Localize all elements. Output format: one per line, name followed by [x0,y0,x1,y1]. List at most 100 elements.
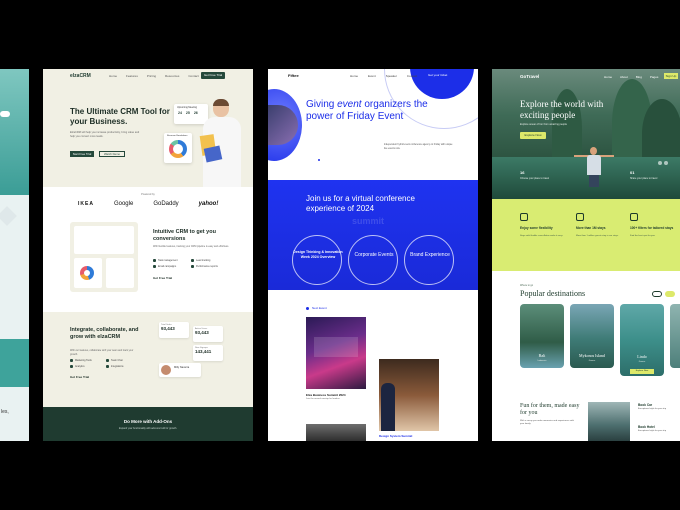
crm-hero-subtitle: ElzaCRM will help you increase productiv… [70,131,140,138]
donut-card-title: Revenue Breakdown [167,135,188,137]
travel-hero-title: Explore the world with exciting people [520,99,604,120]
feature-item: Email campaigns [153,265,176,268]
section3-link[interactable]: Get Free Trial [70,375,89,379]
canoe-image [588,402,630,441]
destination-card[interactable]: Lindo Greece Explore Now [620,304,664,376]
crm-nav-item[interactable]: Home [109,74,117,78]
side-item-title[interactable]: Book Hotel [638,425,655,429]
avatar [161,365,171,375]
event-card-subtitle: Join the annual meetup for leaders [306,398,340,400]
watch-demo-button[interactable]: Watch Demo [99,151,125,157]
fun-title: Fun for them, made easy for you [520,403,580,416]
travel-nav-item[interactable]: Home [604,75,612,79]
hero-stat-label: Share your place to travel [630,177,658,180]
event-circle[interactable]: Corporate Events [348,235,398,285]
check-icon [70,359,73,362]
crm-nav-button[interactable]: Get Free Trial [201,72,225,79]
travel-nav-item[interactable]: About [620,75,628,79]
calendar-day[interactable]: 25 [186,111,190,115]
band-ghost-text: summit [352,216,385,226]
section-label: Next Event [306,306,327,310]
check-icon [70,365,73,368]
destination-button[interactable]: Explore Now [630,369,654,374]
event-circle[interactable]: Design Thinking & Innovation Week 2024 O… [292,235,343,285]
stat-card: Active Users 93,443 [193,326,223,342]
person-hair [213,99,229,106]
feature-subtitle: Stays with flexible cancellation make it… [520,235,563,237]
traveler-legs [589,175,599,187]
dashboard-mockup [70,222,138,292]
hero-person-illustration [199,99,243,187]
feature-title: Enjoy some flexibility [520,226,553,230]
mockup-panel [106,258,134,288]
crm-nav-item[interactable]: Pricing [147,74,156,78]
check-icon [106,365,109,368]
feature-subtitle: More than 1 million guests stay in our s… [576,235,619,237]
dot-icon[interactable] [664,161,668,165]
stat-card: New Signups 143,441 [193,345,223,361]
event-image-crowd[interactable] [306,424,366,441]
event-nav-item[interactable]: Home [350,74,358,78]
event-card-title[interactable]: Elza Business Summit 2024 [306,393,366,397]
carousel-arrows [652,291,675,297]
footer-title: Do More with Add-Ons [123,419,173,424]
crm-footer: Do More with Add-Ons Expand your functio… [43,407,253,441]
google-logo: Google [113,201,134,207]
destination-card[interactable]: Bali Indonesia [520,304,564,368]
decor-dot [318,159,320,161]
screenshot-collage: les, elzaCRM Home Features Pricing Resou… [0,0,680,510]
section2-link[interactable]: Get Free Trial [153,276,172,280]
event-card-title[interactable]: Design System Summit [379,434,412,438]
section3-title: Integrate, collaborate, and grow with el… [70,327,139,340]
crm-nav-item[interactable]: Resources [165,74,179,78]
check-icon [191,259,194,262]
travel-nav-item[interactable]: Pages [650,75,659,79]
crm-logo[interactable]: elzaCRM [70,73,91,79]
event-nav-item[interactable]: Speaker [386,74,397,78]
carousel-dots[interactable] [658,161,668,165]
crm-hero-title: The Ultimate CRM Tool for your Business. [70,107,170,126]
travel-hero-subtitle: Explore ocean of fun from amazing people [520,123,567,126]
arrow-left-icon[interactable] [652,291,662,297]
crm-nav-item[interactable]: Features [126,74,138,78]
feature-item: Analytics [70,365,85,368]
feature-item: Lead tracking [191,259,210,262]
traveler-head [590,147,597,155]
explore-now-button[interactable]: Explore Now [520,132,546,139]
section3-subtitle: With our features, collaborate with your… [70,349,134,356]
sign-up-button[interactable]: Sign Up [664,73,678,79]
arrow-right-icon[interactable] [665,291,675,297]
event-hero-title: Giving event organizers the power of Fri… [306,99,428,122]
destination-card[interactable]: Mykonos Island Greece [570,304,614,368]
stage-lights [314,337,358,357]
event-circle[interactable]: Brand Experience [404,235,454,285]
event-nav-item[interactable]: Event [368,74,376,78]
mockup-panel [74,226,134,254]
event-image-speaker[interactable] [379,359,439,431]
mini-donut-chart [80,266,94,280]
start-trial-button[interactable]: Start Free Trial [70,151,94,157]
partner-logos: IKEA Google GoDaddy yahoo! [78,201,218,207]
panel-travel-landing: GoTravel Home About Blog Pages Contact S… [492,69,680,441]
event-nav-item[interactable]: Contact [407,74,417,78]
event-logo[interactable]: Fiftee [288,73,299,78]
event-blue-band: summit Join us for a virtual conference … [268,180,478,290]
event-nav: Home Event Speaker Contact [350,74,417,78]
calendar-day[interactable]: 24 [178,111,182,115]
event-image-concert[interactable] [306,317,366,389]
crm-nav-item[interactable]: Contact [188,74,198,78]
travel-nav-item[interactable]: Blog [636,75,642,79]
ikea-logo: IKEA [78,201,94,207]
panel-partial-left: les, [0,69,29,441]
fun-subtitle: With a vacay you make memories and exper… [520,420,574,426]
calendar-day[interactable]: 26 [194,111,198,115]
travel-logo[interactable]: GoTravel [520,74,539,79]
traveler-figure [574,147,614,187]
mockup-panel [74,258,102,288]
dot-icon[interactable] [658,161,662,165]
pill-button[interactable] [0,111,10,117]
side-item-title[interactable]: Book Car [638,403,652,407]
feature-subtitle: Find the best spot for you. [630,235,656,237]
destination-card[interactable] [670,304,680,368]
get-ticket-button[interactable]: Get your ticket [428,73,447,77]
